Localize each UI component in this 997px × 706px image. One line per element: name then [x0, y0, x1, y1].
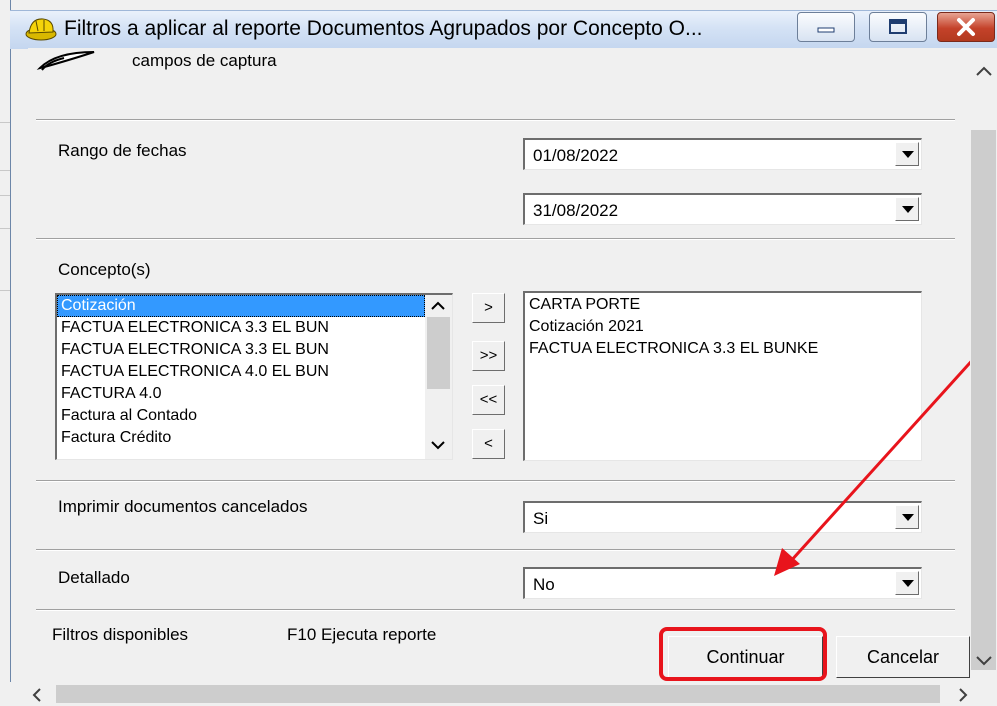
list-item[interactable]: Factura Crédito — [57, 427, 425, 449]
detailed-label: Detallado — [58, 568, 130, 587]
separator — [36, 119, 955, 121]
list-item[interactable]: FACTUA ELECTRONICA 3.3 EL BUN — [57, 317, 425, 339]
list-item[interactable]: CARTA PORTE — [525, 294, 919, 316]
annotation-arrow-icon — [774, 332, 997, 576]
chevron-down-icon — [902, 206, 914, 213]
cancel-button[interactable]: Cancelar — [836, 636, 970, 678]
window-vertical-scrollbar[interactable] — [970, 48, 997, 682]
available-filters-label: Filtros disponibles — [52, 625, 189, 644]
list-scrollbar[interactable] — [425, 295, 452, 459]
highlight-box — [659, 627, 827, 681]
close-button[interactable] — [937, 12, 995, 42]
dropdown-button[interactable] — [895, 142, 919, 166]
add-concept-button[interactable]: > — [472, 293, 505, 323]
chevron-right-icon[interactable] — [958, 688, 968, 702]
list-item[interactable]: FACTUA ELECTRONICA 3.3 EL BUN — [57, 339, 425, 361]
chevron-up-icon[interactable] — [976, 66, 992, 76]
remove-all-concepts-button[interactable]: << — [472, 385, 505, 415]
maximize-icon — [889, 19, 907, 34]
date-range-label: Rango de fechas — [58, 141, 187, 160]
list-item[interactable]: Factura al Contado — [57, 405, 425, 427]
chevron-up-icon[interactable] — [431, 301, 445, 310]
scroll-thumb[interactable] — [427, 317, 450, 389]
date-to-value: 31/08/2022 — [533, 201, 619, 220]
list-item[interactable]: FACTUA ELECTRONICA 4.0 EL BUN — [57, 361, 425, 383]
chevron-down-icon[interactable] — [431, 441, 445, 450]
feather-pen-icon — [36, 51, 95, 71]
list-item[interactable]: FACTURA 4.0 — [57, 383, 425, 405]
minimize-button[interactable] — [797, 12, 855, 42]
add-all-concepts-button[interactable]: >> — [472, 341, 505, 371]
date-from-value: 01/08/2022 — [533, 146, 619, 165]
f10-hint: F10 Ejecuta reporte — [287, 625, 437, 644]
separator — [36, 238, 955, 240]
chevron-down-icon — [902, 580, 914, 587]
minimize-icon — [817, 27, 835, 33]
app-helmet-icon — [25, 18, 57, 41]
dropdown-button[interactable] — [895, 197, 919, 221]
date-from-combo[interactable]: 01/08/2022 — [523, 138, 922, 170]
maximize-button[interactable] — [869, 12, 927, 42]
window-horizontal-scrollbar[interactable] — [10, 682, 997, 706]
chevron-down-icon[interactable] — [976, 656, 992, 666]
chevron-down-icon — [902, 151, 914, 158]
concepts-label: Concepto(s) — [58, 260, 151, 279]
remove-concept-button[interactable]: < — [472, 429, 505, 459]
scroll-thumb[interactable] — [56, 685, 940, 703]
print-cancelled-value: Si — [533, 509, 549, 528]
detailed-value: No — [533, 575, 555, 594]
date-to-combo[interactable]: 31/08/2022 — [523, 193, 922, 225]
list-item[interactable]: Cotización — [57, 295, 425, 317]
chevron-left-icon[interactable] — [32, 688, 42, 702]
close-icon — [957, 18, 975, 36]
available-concepts-list[interactable]: Cotización FACTUA ELECTRONICA 3.3 EL BUN… — [55, 293, 453, 460]
scroll-thumb[interactable] — [971, 130, 996, 670]
header-caption: campos de captura — [132, 51, 277, 70]
print-cancelled-label: Imprimir documentos cancelados — [58, 497, 308, 516]
window-title: Filtros a aplicar al reporte Documentos … — [64, 17, 703, 40]
separator — [36, 609, 955, 611]
